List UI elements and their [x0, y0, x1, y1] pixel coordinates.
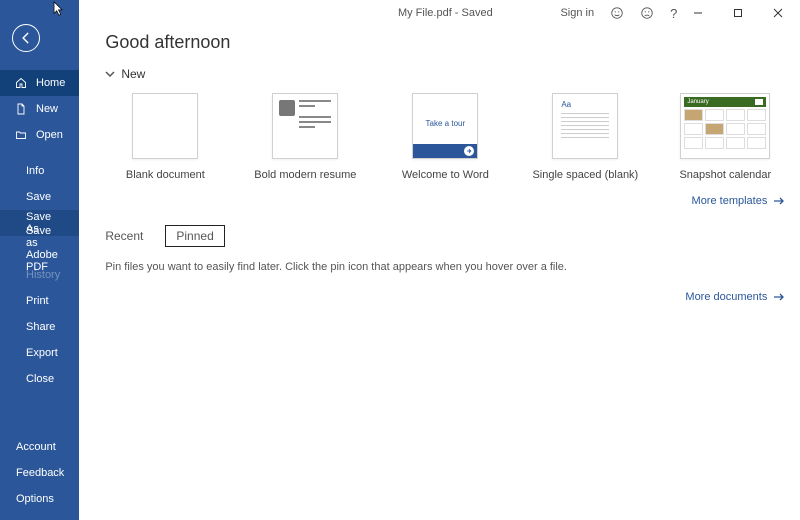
template-bold-modern-resume[interactable]: Bold modern resume — [245, 93, 365, 181]
sidebar-item-options[interactable]: Options — [0, 486, 79, 512]
sidebar-item-account[interactable]: Account — [0, 434, 79, 460]
face-smile-icon[interactable] — [610, 6, 624, 20]
arrow-right-icon — [773, 292, 785, 302]
arrow-right-icon — [466, 148, 472, 154]
minimize-button[interactable] — [693, 8, 717, 18]
template-thumbnail: January — [680, 93, 770, 159]
sidebar-item-label: Home — [36, 77, 65, 89]
sidebar-item-home[interactable]: Home — [0, 70, 79, 96]
templates-row: Blank document Bold modern resume Take a… — [105, 93, 785, 181]
sidebar-item-export[interactable]: Export — [0, 340, 79, 366]
pinned-empty-hint: Pin files you want to easily find later.… — [105, 261, 785, 273]
arrow-left-icon — [19, 31, 33, 45]
page-title: Good afternoon — [105, 32, 785, 53]
template-thumbnail: Aa — [552, 93, 618, 159]
tab-recent[interactable]: Recent — [105, 226, 143, 246]
template-thumbnail: Take a tour — [412, 93, 478, 159]
help-icon[interactable]: ? — [670, 6, 677, 21]
home-icon — [14, 76, 28, 90]
arrow-right-icon — [773, 196, 785, 206]
sidebar-item-share[interactable]: Share — [0, 314, 79, 340]
mouse-cursor-icon — [53, 1, 64, 17]
folder-icon — [14, 128, 28, 142]
template-blank-document[interactable]: Blank document — [105, 93, 225, 181]
document-icon — [14, 102, 28, 116]
sidebar-item-feedback[interactable]: Feedback — [0, 460, 79, 486]
sidebar-item-new[interactable]: New — [0, 96, 79, 122]
template-snapshot-calendar[interactable]: January Snapshot calendar — [665, 93, 785, 181]
sidebar-item-label: New — [36, 103, 58, 115]
template-thumbnail — [132, 93, 198, 159]
sidebar-item-save-adobe-pdf[interactable]: Save as Adobe PDF — [0, 236, 79, 262]
sidebar-item-save[interactable]: Save — [0, 184, 79, 210]
sidebar-item-info[interactable]: Info — [0, 158, 79, 184]
maximize-button[interactable] — [733, 8, 757, 18]
sidebar-item-close[interactable]: Close — [0, 366, 79, 392]
template-welcome-to-word[interactable]: Take a tour Welcome to Word — [385, 93, 505, 181]
sidebar-item-label: Open — [36, 129, 63, 141]
window-title: My File.pdf - Saved — [79, 0, 800, 26]
template-thumbnail — [272, 93, 338, 159]
more-documents-link[interactable]: More documents — [105, 291, 785, 303]
sidebar-item-history: History — [0, 262, 79, 288]
more-templates-link[interactable]: More templates — [105, 195, 785, 207]
chevron-down-icon — [105, 69, 115, 79]
back-button[interactable] — [12, 24, 40, 52]
recent-pinned-tabs: Recent Pinned — [105, 225, 785, 247]
backstage-sidebar: Home New Open Info Save Save As Save as … — [0, 0, 79, 520]
sidebar-item-print[interactable]: Print — [0, 288, 79, 314]
template-single-spaced[interactable]: Aa Single spaced (blank) — [525, 93, 645, 181]
titlebar: My File.pdf - Saved Sign in ? — [79, 0, 800, 26]
sign-in-link[interactable]: Sign in — [560, 7, 594, 19]
main-area: My File.pdf - Saved Sign in ? Good after… — [79, 0, 800, 520]
face-frown-icon[interactable] — [640, 6, 654, 20]
section-new-toggle[interactable]: New — [105, 67, 785, 81]
sidebar-item-open[interactable]: Open — [0, 122, 79, 148]
tab-pinned[interactable]: Pinned — [165, 225, 224, 247]
close-button[interactable] — [773, 8, 797, 18]
